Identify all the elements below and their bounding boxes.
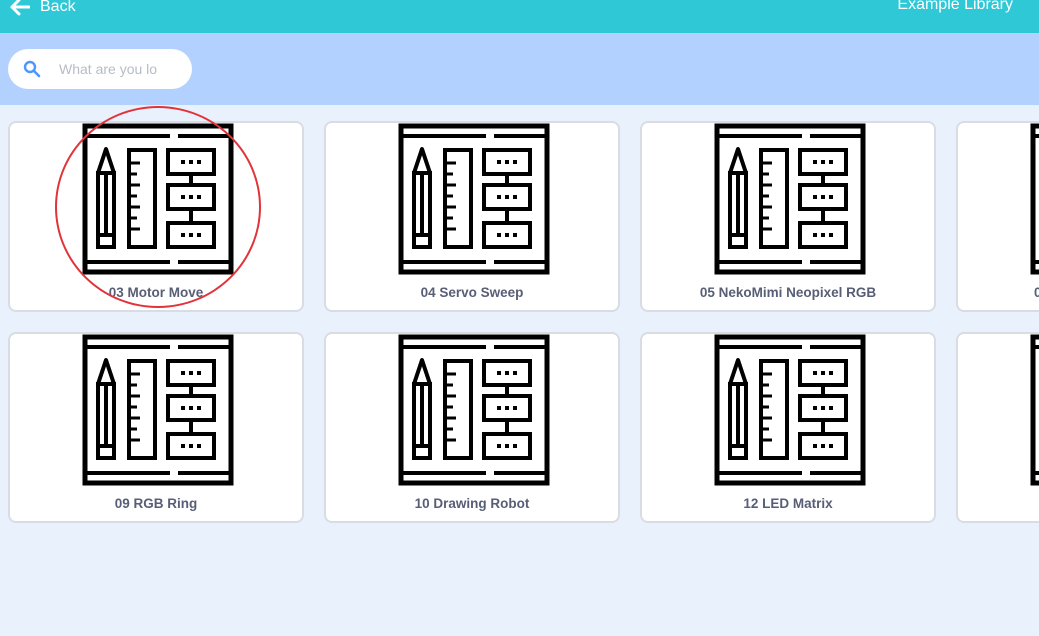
example-card-05-nekomimi-neopixel-rgb[interactable]: 05 NekoMimi Neopixel RGB bbox=[640, 121, 936, 312]
example-card-10-drawing-robot[interactable]: 10 Drawing Robot bbox=[324, 332, 620, 523]
example-card-03-motor-move[interactable]: 03 Motor Move bbox=[8, 121, 304, 312]
blueprint-icon bbox=[82, 334, 234, 486]
example-card-04-servo-sweep[interactable]: 04 Servo Sweep bbox=[324, 121, 620, 312]
search-box[interactable] bbox=[8, 49, 192, 89]
example-card-12-led-matrix[interactable]: 12 LED Matrix bbox=[640, 332, 936, 523]
example-card-label: 05 NekoMimi Neopixel RGB bbox=[699, 285, 877, 300]
example-grid: 03 Motor Move 04 Servo Sweep 05 NekoMimi… bbox=[0, 105, 1039, 636]
example-card-partial[interactable] bbox=[956, 332, 1039, 523]
example-card-label: 09 RGB Ring bbox=[114, 496, 198, 511]
example-card-partial[interactable]: 0 bbox=[956, 121, 1039, 312]
blueprint-icon bbox=[82, 123, 234, 275]
blueprint-icon bbox=[714, 123, 866, 275]
blueprint-icon bbox=[714, 334, 866, 486]
blueprint-icon bbox=[398, 334, 550, 486]
back-label: Back bbox=[40, 0, 76, 15]
page-title: Example Library bbox=[897, 0, 1013, 13]
header-bar: Back Example Library bbox=[0, 0, 1039, 33]
blueprint-icon bbox=[1030, 334, 1039, 486]
back-button[interactable]: Back bbox=[10, 0, 76, 19]
example-card-label: 0 bbox=[1034, 285, 1039, 300]
search-input[interactable] bbox=[57, 60, 171, 78]
filter-bar bbox=[0, 33, 1039, 105]
example-card-label: 12 LED Matrix bbox=[743, 496, 833, 511]
arrow-left-icon bbox=[10, 0, 30, 16]
example-card-label: 10 Drawing Robot bbox=[414, 496, 530, 511]
example-card-label: 03 Motor Move bbox=[108, 285, 204, 300]
search-icon bbox=[23, 60, 41, 78]
example-card-09-rgb-ring[interactable]: 09 RGB Ring bbox=[8, 332, 304, 523]
example-card-label: 04 Servo Sweep bbox=[420, 285, 524, 300]
blueprint-icon bbox=[398, 123, 550, 275]
blueprint-icon bbox=[1030, 123, 1039, 275]
